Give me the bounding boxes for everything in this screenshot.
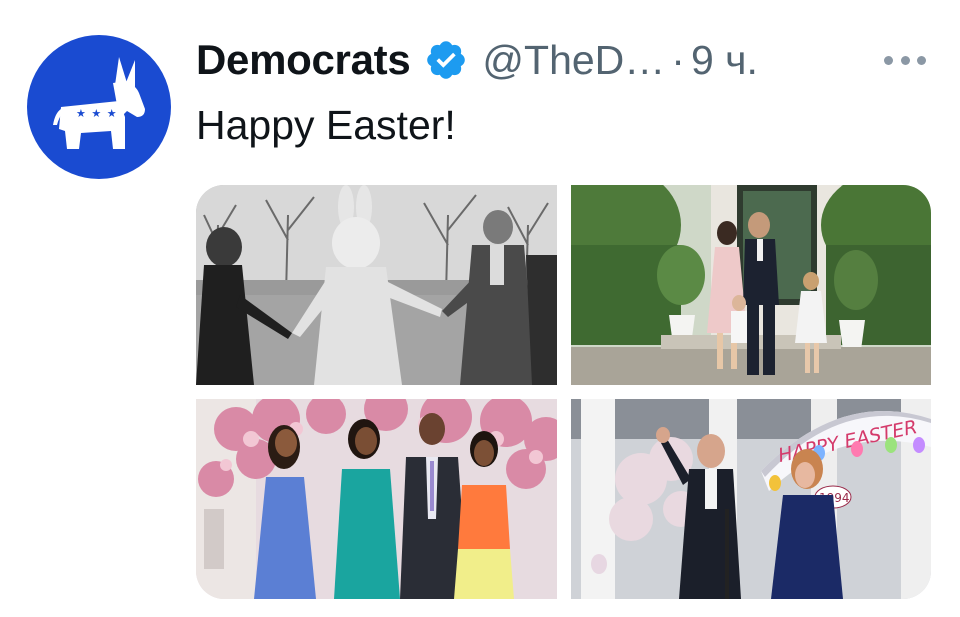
photo-family-doorway[interactable]: [571, 185, 931, 385]
photo-1994-easter-arch[interactable]: HAPPY EASTER 1994: [571, 399, 931, 599]
timestamp[interactable]: 9 ч.: [691, 37, 758, 84]
photo-family-magnolia[interactable]: [196, 399, 557, 599]
ellipsis-horizontal-icon[interactable]: [880, 42, 930, 78]
more-dot: [884, 55, 893, 65]
tweet-header: Democrats @TheD… · 9 ч.: [196, 32, 758, 88]
dot-separator: ·: [671, 36, 685, 83]
avatar[interactable]: ★ ★ ★: [27, 35, 171, 179]
avatar-stars: ★ ★ ★: [76, 107, 118, 120]
more-dot: [900, 55, 910, 65]
tweet-text: Happy Easter!: [196, 102, 456, 148]
more-dot: [917, 55, 926, 65]
author-name[interactable]: Democrats: [196, 36, 411, 84]
verified-badge-icon[interactable]: [424, 38, 468, 82]
media-grid: HAPPY EASTER 1994: [196, 185, 931, 599]
author-handle[interactable]: @TheD…: [482, 37, 665, 84]
photo-easter-bunny-bw[interactable]: [196, 185, 557, 385]
